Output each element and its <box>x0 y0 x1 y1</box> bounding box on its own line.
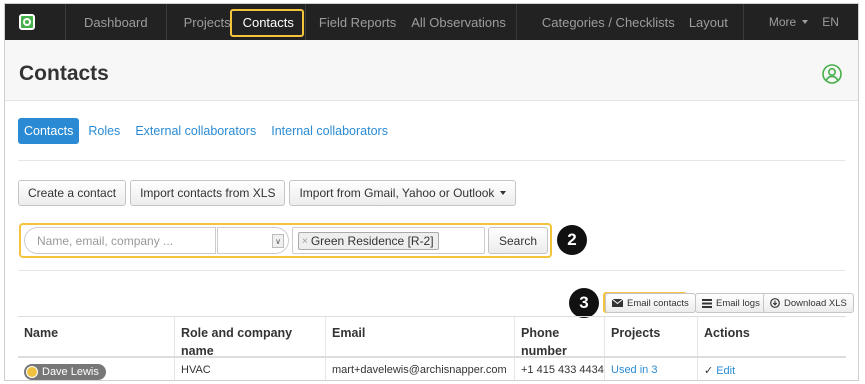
project-chip-label: Green Residence [R-2] <box>310 234 434 248</box>
column-header-email: Email <box>325 317 514 356</box>
contacts-tabs: Contacts Roles External collaborators In… <box>18 118 397 144</box>
nav-field-reports[interactable]: Field Reports <box>319 4 396 40</box>
nav-projects[interactable]: Projects <box>184 4 231 40</box>
download-xls-button[interactable]: Download XLS <box>763 293 854 313</box>
contacts-highlight <box>230 9 304 37</box>
contact-name: Dave Lewis <box>42 366 99 378</box>
contact-email: mart+davelewis@archisnapper.com <box>325 358 514 380</box>
projects-cell: Used in 3 <box>604 358 697 380</box>
search-button[interactable]: Search <box>488 227 548 254</box>
table-row: Dave Lewis HVAC mart+davelewis@archisnap… <box>18 358 846 380</box>
app-logo[interactable] <box>5 4 49 40</box>
edit-icon[interactable]: ✓ <box>704 365 713 377</box>
nav-more-menu[interactable]: More <box>768 4 809 40</box>
download-xls-label: Download XLS <box>784 297 847 309</box>
page-title: Contacts <box>19 62 109 85</box>
contact-name-cell: Dave Lewis <box>18 358 174 380</box>
column-header-role: Role and company name <box>174 317 325 358</box>
status-dot-icon <box>26 366 38 378</box>
email-logs-button[interactable]: Email logs <box>695 293 767 313</box>
email-contacts-label: Email contacts <box>627 297 689 309</box>
chevron-down-icon <box>500 191 507 195</box>
download-icon <box>770 298 780 308</box>
edit-link[interactable]: Edit <box>716 365 735 377</box>
column-header-name: Name <box>24 326 59 340</box>
create-contact-button[interactable]: Create a contact <box>18 180 127 206</box>
project-filter[interactable]: × Green Residence [R-2] <box>292 227 485 254</box>
column-header-projects: Projects <box>604 317 697 356</box>
language-switch[interactable]: EN <box>822 4 839 40</box>
tab-internal-collaborators[interactable]: Internal collaborators <box>265 118 394 144</box>
divider <box>18 160 845 161</box>
app-frame: Dashboard Projects Contacts Field Report… <box>4 3 859 381</box>
callout-badge-3: 3 <box>569 288 599 318</box>
contact-phone: +1 415 433 4434 <box>514 358 604 380</box>
logo-icon <box>19 14 35 30</box>
chevron-down-icon: ∨ <box>272 234 284 248</box>
nav-dashboard[interactable]: Dashboard <box>84 4 148 40</box>
user-profile-icon[interactable] <box>822 64 842 84</box>
project-chip: × Green Residence [R-2] <box>298 232 439 250</box>
tab-external-collaborators[interactable]: External collaborators <box>129 118 262 144</box>
actions-cell: ✓ Edit <box>697 358 846 380</box>
tab-contacts[interactable]: Contacts <box>18 118 80 144</box>
nav-categories-checklists[interactable]: Categories / Checklists <box>542 4 675 40</box>
table-header: Name Role and company name Email Phone n… <box>18 317 846 358</box>
column-header-actions: Actions <box>697 317 846 356</box>
callout-badge-2: 2 <box>557 225 587 255</box>
search-input[interactable]: Name, email, company ... <box>24 227 216 254</box>
projects-link[interactable]: Used in 3 <box>611 364 657 376</box>
nav-all-observations[interactable]: All Observations <box>411 4 506 40</box>
envelope-icon <box>612 299 623 307</box>
contact-role: HVAC <box>174 358 325 380</box>
top-navbar: Dashboard Projects Contacts Field Report… <box>5 4 858 40</box>
import-email-label: Import from Gmail, Yahoo or Outlook <box>299 186 495 200</box>
contact-name-pill[interactable]: Dave Lewis <box>24 364 106 380</box>
column-header-phone: Phone number <box>514 317 604 358</box>
email-contacts-button[interactable]: Email contacts <box>605 293 696 313</box>
remove-chip-icon[interactable]: × <box>302 236 308 247</box>
nav-more-label: More <box>768 15 797 29</box>
chevron-down-icon <box>802 20 809 24</box>
import-xls-button[interactable]: Import contacts from XLS <box>130 180 286 206</box>
divider <box>18 270 845 271</box>
role-filter-select[interactable]: ∨ <box>217 227 289 254</box>
import-email-dropdown[interactable]: Import from Gmail, Yahoo or Outlook <box>289 180 517 206</box>
nav-layout[interactable]: Layout <box>689 4 728 40</box>
list-icon <box>702 298 712 308</box>
tab-roles[interactable]: Roles <box>82 118 126 144</box>
contact-actions: Create a contact Import contacts from XL… <box>18 180 520 206</box>
page-header: Contacts <box>5 40 858 101</box>
email-logs-label: Email logs <box>716 297 760 309</box>
contacts-table: Name Role and company name Email Phone n… <box>18 316 846 380</box>
